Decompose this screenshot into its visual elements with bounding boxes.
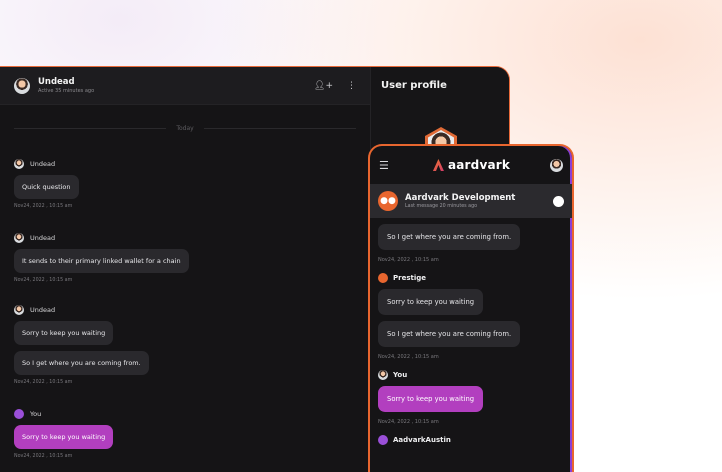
message-bubble[interactable]: So I get where you are coming from. — [14, 351, 149, 375]
status-dot[interactable] — [553, 195, 564, 207]
contact-info: Undead Active 35 minutes ago — [38, 77, 94, 95]
group-last-message: Last message 20 minutes ago — [405, 204, 478, 209]
sender-name: Undead — [30, 306, 56, 314]
group-icon: ●● — [378, 191, 398, 211]
sender-avatar — [378, 273, 388, 283]
message-timestamp: Nov24, 2022 , 10:15 am — [378, 354, 439, 360]
sender-avatar — [14, 305, 24, 315]
chat-header: Undead Active 35 minutes ago 👤︎+ ⋮ — [0, 67, 370, 105]
contact-avatar[interactable] — [14, 77, 30, 94]
group-name: Aardvark Development — [405, 193, 516, 203]
header-actions: 👤︎+ ⋮ — [314, 81, 356, 91]
sender-avatar — [14, 159, 24, 169]
message-group: You Sorry to keep you waiting Nov24, 202… — [14, 409, 114, 459]
message-timestamp: Nov24, 2022 , 10:15 am — [14, 204, 73, 209]
message-bubble[interactable]: It sends to their primary linked wallet … — [14, 249, 189, 273]
sender-name: Undead — [30, 160, 56, 168]
message-group: Undead Sorry to keep you waiting So I ge… — [14, 305, 149, 385]
message-sender: AadvarkAustin — [378, 435, 564, 445]
message-group: Undead It sends to their primary linked … — [14, 233, 189, 283]
sender-avatar — [14, 409, 24, 419]
message-timestamp: Nov24, 2022 , 10:15 am — [378, 257, 439, 263]
contact-name: Undead — [38, 76, 75, 87]
sender-name: Undead — [30, 234, 56, 242]
date-divider: Today — [14, 125, 357, 132]
user-avatar[interactable] — [550, 158, 563, 172]
message-sender: You — [14, 409, 113, 419]
message-sender: Undead — [14, 159, 79, 169]
date-divider-label: Today — [176, 125, 194, 132]
message-bubble[interactable]: Sorry to keep you waiting — [14, 321, 114, 345]
contact-status: Active 35 minutes ago — [38, 87, 95, 94]
mobile-app-frame: ☰ aardvark ●● Aardvark Development Last … — [368, 144, 574, 472]
sender-avatar — [378, 370, 388, 380]
divider-line-left — [14, 128, 167, 129]
group-chat-header[interactable]: ●● Aardvark Development Last message 20 … — [370, 184, 572, 218]
message-timestamp: Nov24, 2022 , 10:15 am — [378, 419, 439, 425]
my-message-bubble[interactable]: Sorry to keep you waiting — [378, 386, 484, 412]
mobile-top-bar: ☰ aardvark — [370, 146, 572, 184]
brand-logo: aardvark — [432, 158, 511, 172]
message-timestamp: Nov24, 2022 , 10:15 am — [14, 454, 73, 459]
sender-avatar — [14, 233, 24, 243]
sender-name: You — [30, 410, 42, 418]
message-bubble[interactable]: Sorry to keep you waiting — [378, 289, 484, 315]
profile-title: User profile — [381, 80, 447, 91]
message-timestamp: Nov24, 2022 , 10:15 am — [14, 380, 73, 385]
brand-name: aardvark — [447, 158, 511, 172]
message-sender: You — [378, 370, 564, 380]
sender-name: Prestige — [393, 274, 427, 282]
message-timestamp: Nov24, 2022 , 10:15 am — [14, 278, 73, 283]
aardvark-logo-icon — [432, 159, 444, 171]
hamburger-menu-icon[interactable]: ☰ — [379, 159, 393, 172]
divider-line-right — [203, 128, 357, 129]
mobile-message-list: So I get where you are coming from. Nov2… — [370, 218, 572, 445]
message-bubble[interactable]: Quick question — [14, 175, 79, 199]
message-sender: Undead — [14, 305, 149, 315]
message-group: Undead Quick question Nov24, 2022 , 10:1… — [14, 159, 79, 209]
sender-avatar — [378, 435, 388, 445]
message-sender: Prestige — [378, 273, 564, 283]
sender-name: AadvarkAustin — [393, 436, 451, 444]
chat-panel: Undead Active 35 minutes ago 👤︎+ ⋮ Today… — [0, 67, 370, 472]
more-vertical-icon[interactable]: ⋮ — [347, 81, 356, 91]
message-bubble[interactable]: So I get where you are coming from. — [378, 224, 521, 250]
my-message-bubble[interactable]: Sorry to keep you waiting — [14, 425, 114, 449]
group-info: Aardvark Development Last message 20 min… — [405, 193, 515, 209]
add-user-icon[interactable]: 👤︎+ — [314, 81, 333, 91]
sender-name: You — [393, 371, 408, 379]
message-sender: Undead — [14, 233, 189, 243]
message-bubble[interactable]: So I get where you are coming from. — [378, 321, 521, 347]
